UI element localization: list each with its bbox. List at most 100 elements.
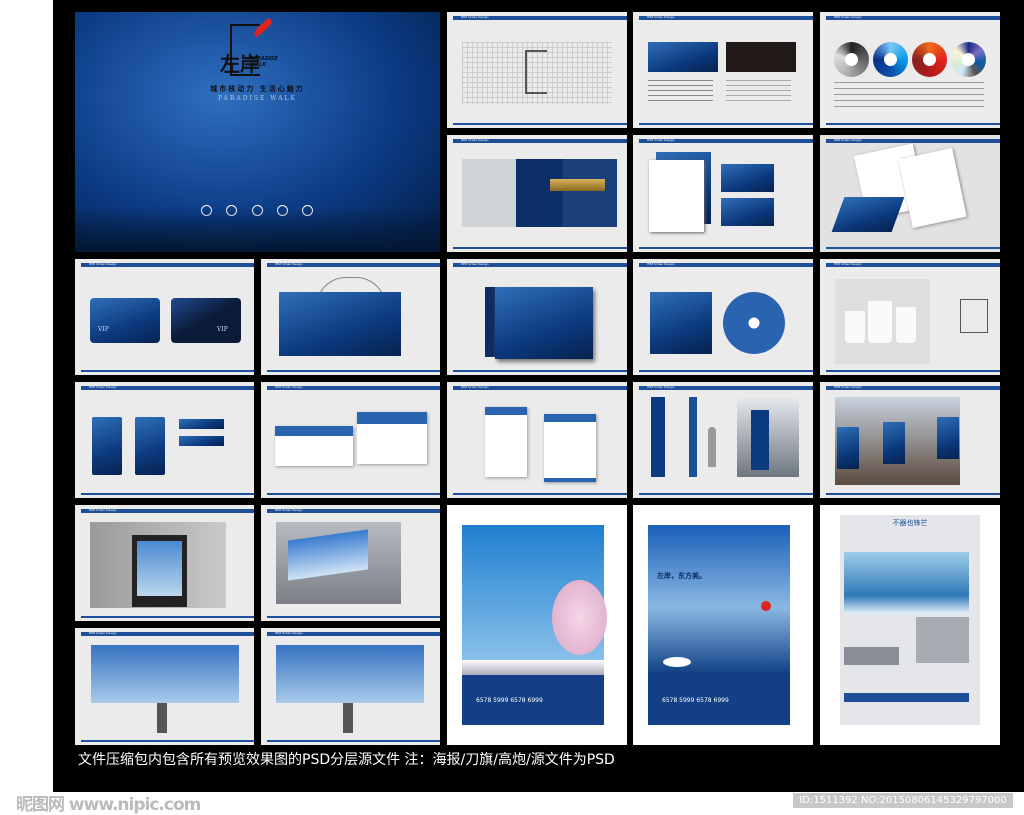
page-badges: HEZ Urban Design <box>75 382 254 498</box>
page-header-text: HEZ Urban Design <box>647 262 675 266</box>
cover-rock-shadow <box>75 207 440 252</box>
page-footer-bar <box>267 493 440 495</box>
gift-bag <box>495 287 593 359</box>
file-bag <box>485 407 527 477</box>
page-header-text: HEZ Urban Design <box>461 15 489 19</box>
street-sign <box>751 410 769 470</box>
flyer-band <box>844 693 969 702</box>
cd-disc <box>723 292 785 354</box>
name-tag <box>179 436 224 446</box>
vip-label: VIP <box>217 326 228 333</box>
page-footer-bar <box>639 123 813 125</box>
page-footer-bar <box>453 247 627 249</box>
page-header-text: HEZ Urban Design <box>461 138 489 142</box>
billboard <box>91 645 239 703</box>
vip-card-blue: VIP <box>90 298 160 343</box>
file-bag <box>544 414 596 482</box>
poster-footer: 6578 5999 6578 6999 <box>648 675 790 725</box>
lotus-flower <box>663 657 691 667</box>
vip-label: VIP <box>98 326 109 333</box>
cherry-blossom <box>552 580 607 655</box>
page-footer-bar <box>267 616 440 618</box>
paper-cup <box>868 301 892 343</box>
billboard-post <box>157 703 167 733</box>
logo-en-2: WALK <box>250 62 267 68</box>
page-footer-bar <box>826 123 1000 125</box>
billboard <box>276 645 424 703</box>
red-sun <box>761 601 771 611</box>
page-flags: HEZ Urban Design <box>820 382 1000 498</box>
page-footer-bar <box>453 123 627 125</box>
page-stationery: HEZ Urban Design <box>633 135 813 252</box>
id-badge <box>135 417 165 475</box>
page-stationery-set: HEZ Urban Design <box>820 135 1000 252</box>
signage-photo <box>462 159 617 227</box>
page-footer-bar <box>81 370 254 372</box>
person-silhouette <box>708 427 716 467</box>
color-wheel-blue <box>873 42 908 77</box>
page-logo-variants: HEZ Urban Design <box>633 12 813 128</box>
logo-mark: 左岸 PARADISE WALK <box>220 17 278 76</box>
font-sample <box>648 80 713 102</box>
color-wheel-red <box>912 42 947 77</box>
page-logo-grid: HEZ Urban Design <box>447 12 627 128</box>
flyer-photo <box>916 617 969 663</box>
page-header-text: HEZ Urban Design <box>89 262 117 266</box>
poster-phone: 6578 5999 6578 6999 <box>662 697 729 704</box>
caption-text: 文件压缩包内包含所有预览效果图的PSD分层源文件 注：海报/刀旗/高炮/源文件为… <box>78 752 615 768</box>
letterhead <box>649 160 704 232</box>
page-file-bags: HEZ Urban Design <box>447 382 627 498</box>
business-card <box>721 198 774 226</box>
page-footer-bar <box>81 616 254 618</box>
page-header-text: HEZ Urban Design <box>89 385 117 389</box>
color-wheel-multi <box>951 42 986 77</box>
lightbox-ad <box>137 541 182 596</box>
poster-footer: 6578 5999 6578 6999 <box>462 675 604 725</box>
page-footer-bar <box>453 370 627 372</box>
page-header-text: HEZ Urban Design <box>834 262 862 266</box>
logo-on-black <box>726 42 796 72</box>
page-header-text: HEZ Urban Design <box>647 385 675 389</box>
poster-headline: 左岸，东方美。 <box>657 572 706 580</box>
name-tag <box>179 419 224 429</box>
paper-cup <box>896 307 916 343</box>
paper-cup <box>845 311 865 343</box>
flag-banner <box>883 422 905 464</box>
logo-mark <box>525 50 547 94</box>
flag-banner <box>837 427 859 469</box>
vip-card-dark: VIP <box>171 298 241 343</box>
page-header-text: HEZ Urban Design <box>89 631 117 635</box>
logo-on-blue <box>648 42 718 72</box>
page-header-text: HEZ Urban Design <box>275 262 303 266</box>
page-header-text: HEZ Urban Design <box>461 385 489 389</box>
watermark-site: 昵图网 www.nipic.com <box>16 795 201 815</box>
page-footer-bar <box>267 740 440 742</box>
page-footer-bar <box>267 370 440 372</box>
page-header-text: HEZ Urban Design <box>647 138 675 142</box>
business-card <box>721 164 774 192</box>
page-subway-ad: HEZ Urban Design <box>261 505 440 621</box>
cover-page: 左岸 PARADISE WALK 城市核动力 生活心魅力 PARADISE WA… <box>75 12 440 252</box>
page-color-palette: HEZ Urban Design <box>820 12 1000 128</box>
gold-sign <box>550 179 605 191</box>
page-header-text: HEZ Urban Design <box>834 15 862 19</box>
font-sample <box>726 80 791 102</box>
business-card-stack <box>831 197 905 232</box>
page-bus-shelter: HEZ Urban Design <box>75 505 254 621</box>
poster-cherry-blossom: 6578 5999 6578 6999 <box>447 505 627 745</box>
sign-pole <box>651 397 665 477</box>
snowy-roofs <box>462 660 604 675</box>
feather-icon <box>252 17 274 38</box>
page-footer-bar <box>639 247 813 249</box>
page-billboard: HEZ Urban Design <box>75 628 254 745</box>
page-wayfinding: HEZ Urban Design <box>633 382 813 498</box>
id-badge <box>92 417 122 475</box>
color-specs <box>834 82 984 108</box>
page-header-text: HEZ Urban Design <box>834 138 862 142</box>
cup-diagram <box>960 299 988 333</box>
page-header-text: HEZ Urban Design <box>275 631 303 635</box>
poster-lotus: 左岸，东方美。 6578 5999 6578 6999 <box>633 505 813 745</box>
cover-slogan: 城市核动力 生活心魅力 <box>210 85 305 93</box>
envelope <box>357 412 427 464</box>
page-header-text: HEZ Urban Design <box>89 508 117 512</box>
